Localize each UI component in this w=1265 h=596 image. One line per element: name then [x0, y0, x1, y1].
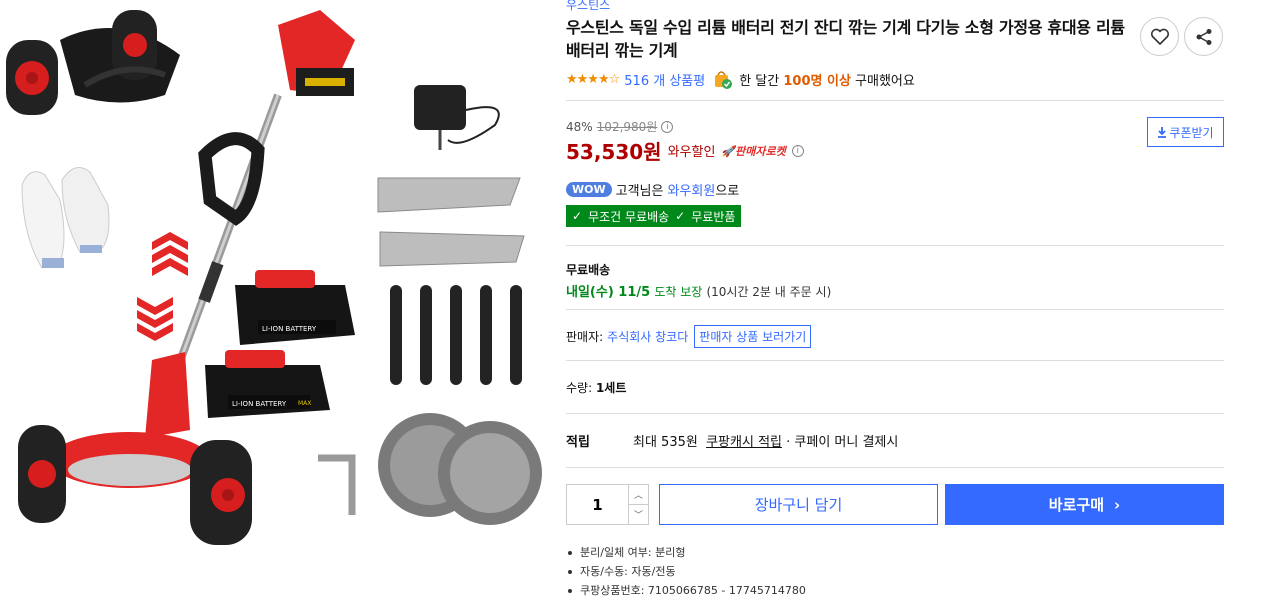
discount-rate: 48%: [566, 119, 593, 134]
product-image: LI-ION BATTERY LI-ION BATTERY MAX: [0, 0, 555, 545]
check-icon: ✓: [572, 209, 583, 223]
chevron-up-icon: ︿: [633, 491, 643, 501]
wow-badge: WOW: [566, 182, 612, 197]
delivery-note: (10시간 2분 내 주문 시): [706, 285, 832, 299]
wishlist-button[interactable]: [1140, 17, 1179, 56]
buyers-count: 100명 이상: [783, 73, 851, 89]
recent-buyers-text: 한 달간 100명 이상 구매했어요: [739, 70, 915, 89]
chevron-down-icon: ﹀: [633, 511, 643, 521]
info-icon[interactable]: i: [791, 144, 804, 157]
seller-products-button[interactable]: 판매자 상품 보러가기: [694, 325, 812, 348]
charger-illustration: [414, 85, 500, 150]
decrement-button[interactable]: ﹀: [629, 505, 648, 524]
review-count-link[interactable]: 516 개 상품평: [624, 70, 705, 89]
battery-illustration: LI-ION BATTERY LI-ION BATTERY MAX: [205, 270, 355, 418]
wow-membership-row: WOW 고객님은 와우회원으로: [566, 180, 739, 199]
free-return-label: 무료반품: [691, 209, 736, 224]
coupang-cash-link[interactable]: 쿠팡캐시 적립: [706, 431, 782, 450]
wow-suffix: 으로: [715, 184, 740, 199]
divider: [566, 309, 1224, 310]
stepper-buttons: ︿ ﹀: [628, 485, 648, 524]
sale-price: 53,530원: [566, 140, 662, 164]
seller-rocket-badge: 🚀판매자로켓: [721, 144, 786, 158]
shipping-label: 무료배송: [566, 263, 611, 277]
quantity-value: 1세트: [595, 381, 627, 395]
brand-link[interactable]: 우스틴스: [566, 0, 610, 13]
battery-badge: MAX: [298, 400, 311, 407]
price-row: 53,530원 와우할인 🚀판매자로켓 i: [566, 136, 804, 165]
info-icon[interactable]: i: [661, 120, 674, 133]
chevron-right-icon: ›: [1114, 495, 1121, 514]
quantity-info: 수량: 1세트: [566, 379, 626, 396]
wheel-kit-illustration: [6, 10, 180, 115]
original-price: 102,980원: [596, 120, 658, 134]
download-icon: [1158, 127, 1167, 138]
add-to-cart-button[interactable]: 장바구니 담기: [659, 484, 938, 525]
seller-name-link[interactable]: 주식회사 창코다: [607, 328, 688, 345]
list-item: 자동/수동: 자동/전동: [566, 562, 806, 581]
increment-button[interactable]: ︿: [629, 485, 648, 505]
buyers-suffix: 구매했어요: [855, 73, 915, 89]
share-icon: [1196, 28, 1211, 45]
heart-icon: [1150, 28, 1169, 45]
check-icon: ✓: [675, 209, 686, 223]
coupon-download-button[interactable]: 쿠폰받기: [1147, 117, 1224, 147]
quantity-input[interactable]: [567, 485, 628, 524]
delivery-date: 내일(수) 11/5: [566, 285, 651, 300]
blade-illustration: [318, 177, 542, 525]
buy-now-label: 바로구매: [1048, 496, 1104, 514]
coupon-label: 쿠폰받기: [1169, 125, 1214, 140]
delivery-row: 내일(수) 11/5 도착 보장 (10시간 2분 내 주문 시): [566, 281, 831, 300]
battery-label: LI-ION BATTERY: [262, 325, 317, 333]
gloves-illustration: [21, 167, 110, 269]
battery-label: LI-ION BATTERY: [232, 400, 287, 408]
wow-member-link[interactable]: 와우회원: [667, 184, 715, 199]
divider: [566, 413, 1224, 414]
divider: [566, 467, 1224, 468]
free-shipping-badge: ✓ 무조건 무료배송 ✓ 무료반품: [566, 205, 742, 227]
seller-rocket-label: 판매자로켓: [735, 144, 786, 158]
points-tail: · 쿠페이 머니 결제시: [786, 435, 899, 450]
spec-list: 분리/일체 여부: 분리형 자동/수동: 자동/전동 쿠팡상품번호: 71050…: [566, 543, 806, 596]
product-photo: LI-ION BATTERY LI-ION BATTERY MAX: [6, 10, 542, 545]
seller-row: 판매자: 주식회사 창코다 판매자 상품 보러가기: [566, 325, 812, 348]
divider: [566, 245, 1224, 246]
wow-prefix: 고객님은: [615, 184, 664, 199]
seller-label: 판매자:: [566, 330, 604, 344]
quantity-label: 수량:: [566, 381, 593, 395]
share-button[interactable]: [1184, 17, 1223, 56]
arrow-icon: [137, 232, 188, 341]
list-item: 쿠팡상품번호: 7105066785 - 17745714780: [566, 581, 806, 596]
free-shipping-label: 무조건 무료배송: [588, 209, 670, 224]
divider: [566, 360, 1224, 361]
buy-now-button[interactable]: 바로구매 ›: [945, 484, 1224, 525]
list-item: 분리/일체 여부: 분리형: [566, 543, 806, 562]
points-label: 적립: [566, 435, 590, 450]
points-max: 최대 535원: [633, 435, 698, 450]
rating-row: ★★★★☆ 516 개 상품평 한 달간 100명 이상 구매했어요: [566, 68, 915, 90]
price-meta: 48% 102,980원 i: [566, 118, 674, 135]
wow-discount-label: 와우할인: [667, 145, 716, 160]
star-rating-icon: ★★★★☆: [566, 71, 620, 87]
points-row: 적립 최대 535원 쿠팡캐시 적립 · 쿠페이 머니 결제시: [566, 431, 898, 450]
quantity-stepper: ︿ ﹀: [566, 484, 649, 525]
buyers-prefix: 한 달간: [739, 73, 780, 89]
divider: [566, 100, 1224, 101]
product-title: 우스틴스 독일 수입 리튬 배터리 전기 잔디 깎는 기계 다기능 소형 가정용…: [566, 18, 1125, 60]
delivery-guarantee: 도착 보장: [654, 285, 703, 299]
shopping-bag-icon: [713, 69, 733, 89]
